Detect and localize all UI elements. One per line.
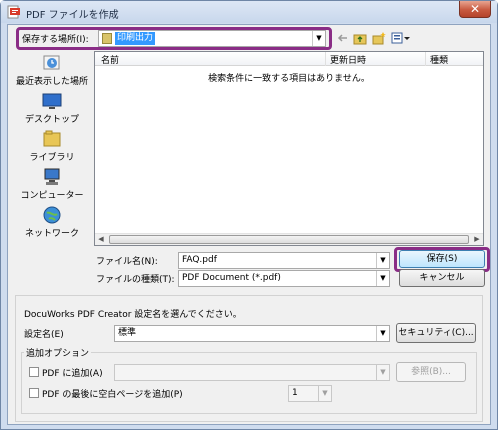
column-header-modified[interactable]: 更新日時 [330, 53, 366, 66]
network-icon [43, 206, 61, 224]
filetype-select[interactable]: PDF Document (*.pdf) ▼ [178, 270, 390, 287]
view-menu-icon[interactable] [391, 31, 411, 45]
pdf-app-icon [7, 5, 20, 19]
blank-page-count-select[interactable]: 1 ▼ [288, 385, 332, 402]
place-label: 最近表示した場所 [15, 77, 88, 87]
scroll-thumb[interactable] [109, 235, 469, 244]
append-pdf-checkbox[interactable] [29, 367, 39, 377]
filename-value: FAQ.pdf [182, 255, 217, 265]
dialog-body: 保存する場所(I): 印刷出力 ▼ 最近表示した場所 デスクトップ ライブラリ … [7, 24, 491, 425]
place-label: ネットワーク [24, 229, 79, 239]
pdf-save-dialog: PDF ファイルを作成 ✕ 保存する場所(I): 印刷出力 ▼ 最近表示した場所… [0, 0, 498, 430]
column-header-name[interactable]: 名前 [101, 53, 119, 66]
add-blank-page-label: PDF の最後に空白ページを追加(P) [42, 390, 183, 400]
chevron-down-icon: ▼ [376, 271, 389, 286]
chevron-down-icon: ▼ [376, 253, 389, 268]
place-label: ライブラリ [29, 153, 75, 163]
save-in-value: 印刷出力 [115, 32, 156, 45]
empty-message: 検索条件に一致する項目はありません。 [208, 74, 370, 84]
append-pdf-label: PDF に追加(A) [42, 369, 103, 379]
append-pdf-select[interactable]: ▼ [114, 364, 390, 381]
add-options-legend: 追加オプション [24, 346, 92, 359]
column-header-type[interactable]: 種類 [430, 53, 448, 66]
cancel-button[interactable]: キャンセル [399, 269, 485, 287]
filename-label: ファイル名(N): [96, 257, 158, 267]
column-divider [425, 52, 426, 66]
list-header: 名前 更新日時 種類 [95, 52, 483, 66]
filetype-label: ファイルの種類(T): [96, 275, 175, 285]
settings-name-value: 標準 [118, 328, 137, 338]
add-blank-page-checkbox[interactable] [29, 388, 39, 398]
title-bar[interactable]: PDF ファイルを作成 ✕ [1, 1, 497, 23]
scroll-right-icon[interactable]: ▶ [471, 234, 483, 245]
chevron-down-icon: ▼ [312, 31, 325, 46]
computer-icon [44, 168, 60, 185]
settings-name-label: 設定名(E) [24, 330, 64, 340]
window-title: PDF ファイルを作成 [26, 10, 119, 21]
security-button[interactable]: セキュリティ(C)... [396, 323, 476, 343]
scroll-left-icon[interactable]: ◀ [95, 234, 107, 245]
back-arrow-icon[interactable] [336, 31, 350, 45]
column-divider [325, 52, 326, 66]
chevron-down-icon: ▼ [376, 326, 389, 341]
place-libraries[interactable]: ライブラリ [12, 129, 92, 167]
up-folder-icon[interactable] [353, 31, 367, 45]
file-list[interactable]: 名前 更新日時 種類 検索条件に一致する項目はありません。 ◀ ▶ [94, 51, 484, 246]
desktop-icon [42, 93, 62, 109]
new-folder-icon[interactable] [372, 31, 386, 45]
place-computer[interactable]: コンピューター [12, 167, 92, 205]
chevron-down-icon: ▼ [376, 365, 389, 380]
place-desktop[interactable]: デスクトップ [12, 91, 92, 129]
save-button[interactable]: 保存(S) [399, 250, 485, 268]
close-button[interactable]: ✕ [459, 1, 491, 18]
recent-places-icon [43, 55, 60, 70]
chevron-down-icon: ▼ [318, 386, 331, 401]
place-label: デスクトップ [24, 115, 79, 125]
settings-instruction: DocuWorks PDF Creator 設定名を選んでください。 [24, 310, 242, 320]
save-in-combo[interactable]: 印刷出力 ▼ [98, 30, 326, 47]
libraries-icon [43, 130, 61, 147]
place-network[interactable]: ネットワーク [12, 205, 92, 243]
filetype-value: PDF Document (*.pdf) [182, 273, 281, 283]
save-in-label: 保存する場所(I): [22, 35, 89, 45]
folder-icon [102, 33, 112, 44]
horizontal-scrollbar[interactable]: ◀ ▶ [95, 233, 483, 245]
place-recent[interactable]: 最近表示した場所 [12, 53, 92, 91]
close-icon: ✕ [469, 2, 481, 16]
settings-name-select[interactable]: 標準 ▼ [114, 325, 390, 342]
blank-page-count-value: 1 [292, 388, 298, 398]
browse-button[interactable]: 参照(B)... [396, 362, 466, 382]
filename-input[interactable]: FAQ.pdf ▼ [178, 252, 390, 269]
place-label: コンピューター [20, 191, 84, 201]
